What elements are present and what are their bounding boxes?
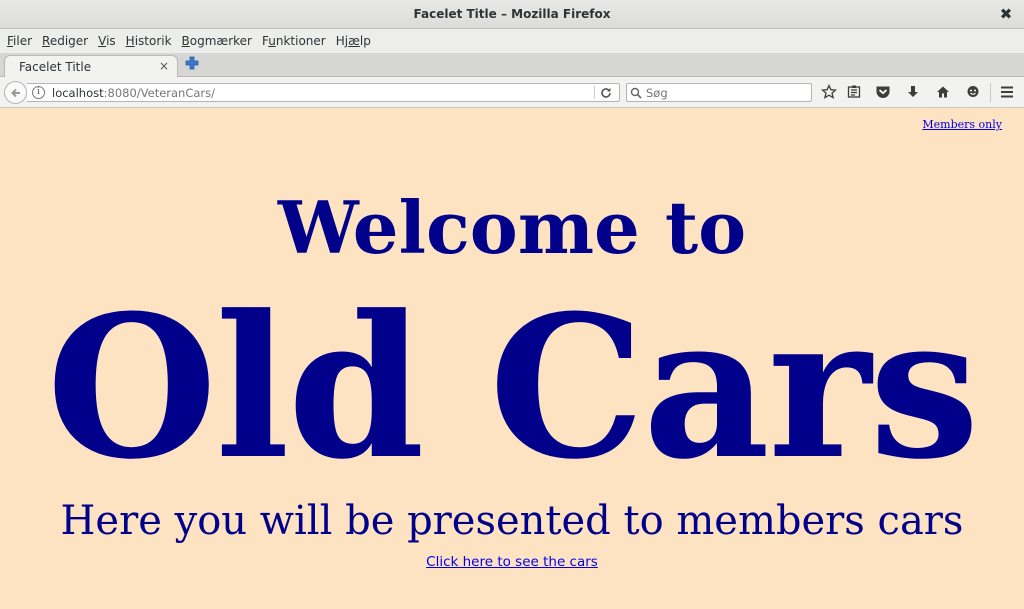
tab-facelet-title[interactable]: Facelet Title × xyxy=(4,55,178,78)
menu-funktioner[interactable]: Funktioner xyxy=(257,29,331,53)
menu-historik[interactable]: Historik xyxy=(121,29,177,53)
download-icon[interactable] xyxy=(903,82,923,102)
tab-label: Facelet Title xyxy=(19,60,92,74)
menu-bar: Filer Rediger Vis Historik Bogmærker Fun… xyxy=(0,29,1024,53)
menu-filer[interactable]: Filer xyxy=(2,29,37,53)
tab-bar: Facelet Title × xyxy=(0,53,1024,78)
window-title: Facelet Title – Mozilla Firefox xyxy=(413,7,611,21)
new-tab-plus-icon[interactable] xyxy=(184,56,200,72)
window-titlebar: Facelet Title – Mozilla Firefox ✖ xyxy=(0,0,1024,29)
search-placeholder: Søg xyxy=(646,86,668,100)
tab-close-icon[interactable]: × xyxy=(159,59,169,73)
reading-list-icon[interactable] xyxy=(844,82,864,102)
back-arrow-icon[interactable] xyxy=(4,81,27,104)
members-only-link[interactable]: Members only xyxy=(922,118,1002,131)
url-divider xyxy=(594,86,595,99)
site-info-icon[interactable]: i xyxy=(32,86,45,99)
url-bar[interactable]: i localhost:8080/VeteranCars/ xyxy=(27,83,620,102)
see-cars-link[interactable]: Click here to see the cars xyxy=(426,554,598,570)
chat-icon[interactable] xyxy=(963,82,983,102)
welcome-heading: Welcome to xyxy=(277,185,747,270)
menu-bogmaerker[interactable]: Bogmærker xyxy=(177,29,257,53)
old-cars-heading: Old Cars xyxy=(46,273,979,503)
toolbar-divider xyxy=(990,83,991,102)
menu-vis[interactable]: Vis xyxy=(93,29,121,53)
window-close-icon[interactable]: ✖ xyxy=(996,4,1016,24)
page-subtitle: Here you will be presented to members ca… xyxy=(60,498,964,544)
cars-link-container: Click here to see the cars xyxy=(0,554,1024,570)
reload-icon[interactable] xyxy=(600,84,612,103)
url-text[interactable]: localhost:8080/VeteranCars/ xyxy=(52,86,215,100)
page-content: Members only Welcome to Old Cars Here yo… xyxy=(0,108,1024,609)
search-icon xyxy=(630,85,642,102)
navigation-toolbar: i localhost:8080/VeteranCars/ Søg xyxy=(0,77,1024,108)
menu-rediger[interactable]: Rediger xyxy=(37,29,93,53)
hamburger-menu-icon[interactable] xyxy=(997,82,1017,102)
pocket-icon[interactable] xyxy=(873,82,893,102)
search-input[interactable]: Søg xyxy=(626,83,812,102)
menu-hjaelp[interactable]: Hjælp xyxy=(331,29,376,53)
home-icon[interactable] xyxy=(933,82,953,102)
star-icon[interactable] xyxy=(819,82,839,102)
